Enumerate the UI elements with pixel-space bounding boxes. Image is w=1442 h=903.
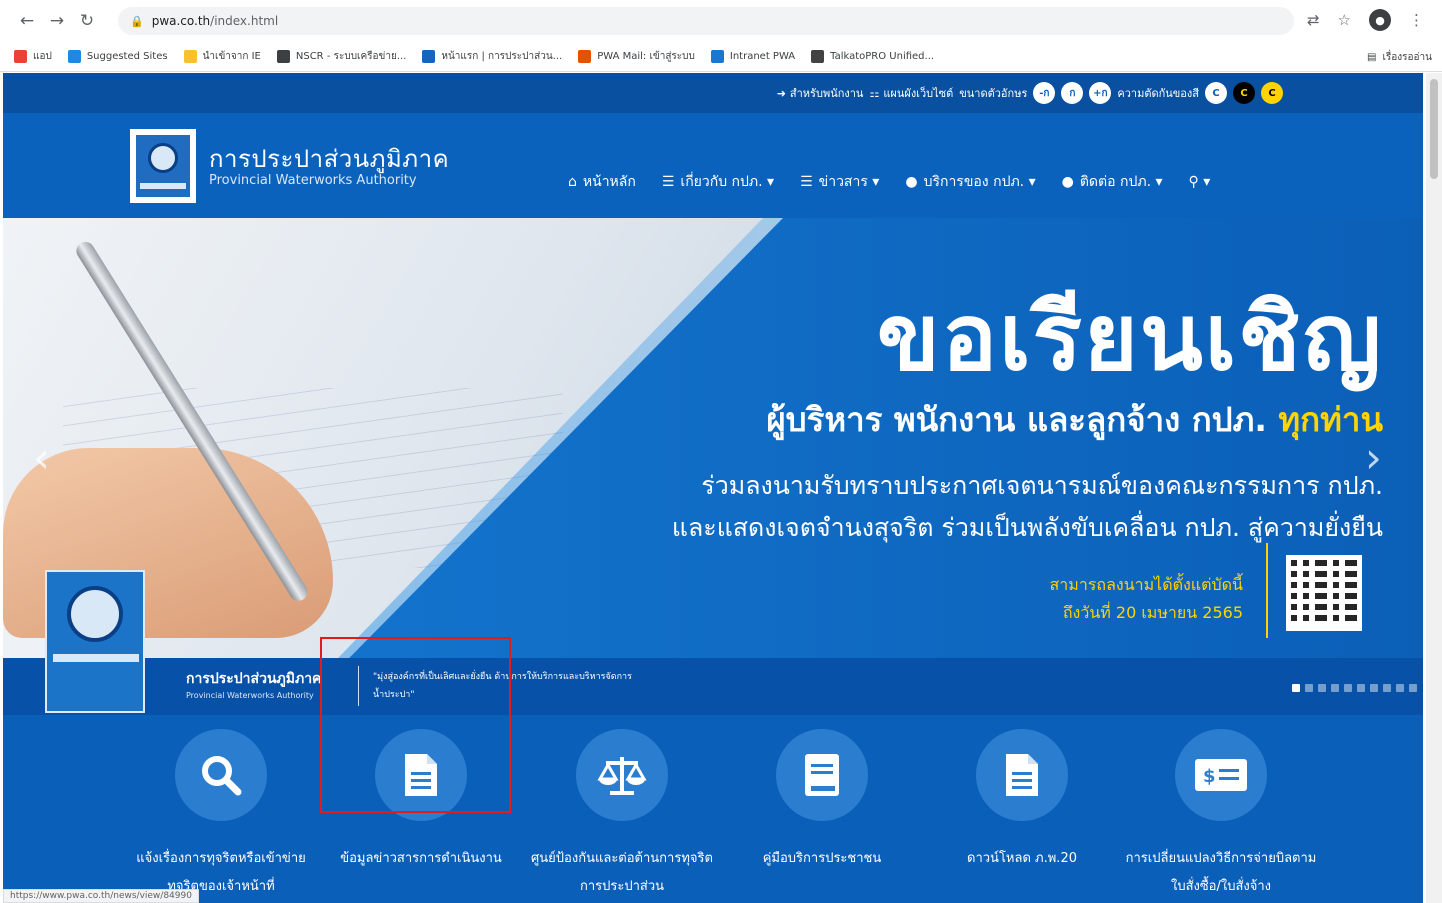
bookmark-favicon-icon <box>67 50 81 63</box>
service-label: ดาวน์โหลด ภ.พ.20 <box>967 851 1077 866</box>
banner-divider <box>1266 543 1268 638</box>
bookmark-favicon-icon <box>14 50 27 63</box>
bookmark-item[interactable]: นำเข้าจาก IE <box>183 49 261 64</box>
bookmark-item[interactable]: Suggested Sites <box>67 50 168 63</box>
document-icon <box>976 729 1068 821</box>
reading-list-icon: ▤ <box>1367 52 1377 63</box>
sitemap-link[interactable]: ⚏ แผนผังเว็บไซต์ <box>869 84 953 102</box>
bookmark-favicon-icon <box>183 50 197 63</box>
bill-icon: $ <box>1175 729 1267 821</box>
home-icon: ⌂ <box>568 174 577 190</box>
contrast-yellow-button[interactable]: C <box>1261 82 1283 104</box>
reload-icon[interactable]: ↻ <box>74 8 100 34</box>
search-icon[interactable]: ⚲ ▾ <box>1189 171 1211 193</box>
banner-logo <box>45 570 145 713</box>
hero-banner: ขอเรียนเชิญ ผู้บริหาร พนักงาน และลูกจ้าง… <box>3 218 1423 715</box>
browser-toolbar: ← → ↻ 🔒 pwa.co.th /index.html ⇄ ☆ ● ⋮ <box>0 0 1442 42</box>
back-arrow-icon[interactable]: ← <box>14 8 40 34</box>
bookmark-favicon-icon <box>578 50 592 63</box>
bookmark-item[interactable]: PWA Mail: เข้าสู่ระบบ <box>578 49 695 64</box>
accessibility-bar: ➜ สำหรับพนักงาน ⚏ แผนผังเว็บไซต์ ขนาดตัวอั… <box>3 73 1423 113</box>
bookmark-favicon-icon <box>422 50 436 63</box>
document-icon <box>375 729 467 821</box>
star-icon[interactable]: ☆ <box>1338 11 1351 29</box>
sign-period-line-1: สามารถลงนามได้ตั้งแต่บัดนี้ <box>1049 575 1243 594</box>
site-header: การประปาส่วนภูมิภาค Provincial Waterwork… <box>3 113 1423 218</box>
banner-footer: การประปาส่วนภูมิภาค Provincial Waterwork… <box>3 570 1423 715</box>
forward-arrow-icon[interactable]: → <box>44 8 70 34</box>
bookmark-favicon-icon <box>811 50 825 63</box>
nav-item[interactable]: ☰ เกี่ยวกับ กปภ. ▾ <box>662 171 774 193</box>
font-size-label: ขนาดตัวอักษร <box>959 87 1028 100</box>
search-icon <box>175 729 267 821</box>
carousel-next-icon[interactable]: › <box>1365 433 1382 482</box>
pwa-page: ➜ สำหรับพนักงาน ⚏ แผนผังเว็บไซต์ ขนาดตัวอั… <box>3 73 1423 903</box>
service-item[interactable]: ข้อมูลข่าวสารการดำเนินงาน <box>321 729 521 873</box>
services-row: แจ้งเรื่องการทุจริตหรือเข้าข่ายทุจริตของ… <box>3 715 1423 903</box>
svg-text:$: $ <box>1203 766 1216 787</box>
org-name-en: Provincial Waterworks Authority <box>209 173 417 188</box>
pwa-logo[interactable] <box>130 129 196 203</box>
drop-icon: ● <box>905 174 918 190</box>
font-normal-button[interactable]: ก <box>1061 82 1084 104</box>
service-label: การเปลี่ยนแปลงวิธีการจ่ายบิลตามใบสั่งซื้… <box>1125 851 1317 894</box>
url-path: /index.html <box>210 14 279 28</box>
nav-item[interactable]: ● บริการของ กปภ. ▾ <box>905 171 1035 193</box>
banner-org-name-en: Provincial Waterworks Authority <box>186 691 314 700</box>
status-url: https://www.pwa.co.th/news/view/84990 <box>3 889 199 903</box>
contrast-label: ความตัดกันของสี <box>1117 87 1199 100</box>
bookmark-favicon-icon <box>276 50 290 63</box>
carousel-dots[interactable] <box>1292 684 1417 692</box>
profile-avatar[interactable]: ● <box>1369 9 1391 31</box>
bookmarks-bar: แอป Suggested Sites นำเข้าจาก IE NSCR - ระบ… <box>0 42 1442 72</box>
carousel-prev-icon[interactable]: ‹ <box>33 433 50 482</box>
menu-kebab-icon[interactable]: ⋮ <box>1409 11 1424 29</box>
nav-item[interactable]: ☰ ข่าวสาร ▾ <box>800 171 879 193</box>
address-bar[interactable]: 🔒 pwa.co.th /index.html <box>118 7 1294 35</box>
font-increase-button[interactable]: +ก <box>1089 82 1112 104</box>
list-icon: ☰ <box>661 174 675 190</box>
list-icon: ☰ <box>800 174 813 190</box>
banner-org-name: การประปาส่วนภูมิภาค <box>186 671 322 687</box>
url-domain: pwa.co.th <box>151 14 211 28</box>
sitemap-icon: ⚏ <box>869 86 880 100</box>
font-decrease-button[interactable]: -ก <box>1033 82 1056 104</box>
service-label: ศูนย์ป้องกันและต่อต้านการทุจริต การประปา… <box>531 851 713 894</box>
bookmark-item[interactable]: หน้าแรก | การประปาส่วน... <box>422 49 562 64</box>
banner-title: ขอเรียนเชิญ <box>876 284 1383 391</box>
service-label: คู่มือบริการประชาชน <box>762 851 882 866</box>
contrast-normal-button[interactable]: C <box>1205 82 1227 104</box>
sign-period-line-2: ถึงวันที่ 20 เมษายน 2565 <box>1062 603 1243 622</box>
nav-item[interactable]: ● ติดต่อ กปภ. ▾ <box>1062 171 1163 193</box>
page-scrollbar[interactable] <box>1426 73 1442 903</box>
reading-list[interactable]: ▤ เรื่องรออ่าน <box>1367 50 1432 65</box>
banner-line-2: และแสดงเจตจำนงสุจริต ร่วมเป็นพลังขับเคลื… <box>671 513 1383 542</box>
nav-item[interactable]: ⌂ หน้าหลัก <box>568 171 636 193</box>
banner-subtitle: ผู้บริหาร พนักงาน และลูกจ้าง กปภ. ทุกท่า… <box>766 400 1383 439</box>
bookmark-item[interactable]: แอป <box>14 49 52 64</box>
service-item[interactable]: คู่มือบริการประชาชน <box>722 729 922 873</box>
bookmark-item[interactable]: Intranet PWA <box>710 50 795 63</box>
bookmark-item[interactable]: NSCR - ระบบเครือข่าย... <box>276 49 406 64</box>
login-icon: ➜ <box>776 86 786 100</box>
scale-icon <box>576 729 668 821</box>
service-item[interactable]: $ การเปลี่ยนแปลงวิธีการจ่ายบิลตามใบสั่งซื… <box>1121 729 1321 901</box>
service-item[interactable]: แจ้งเรื่องการทุจริตหรือเข้าข่ายทุจริตของ… <box>121 729 321 901</box>
service-label: ข้อมูลข่าวสารการดำเนินงาน <box>340 851 502 866</box>
drop-icon: ● <box>1061 174 1074 190</box>
service-item[interactable]: ศูนย์ป้องกันและต่อต้านการทุจริต การประปา… <box>522 729 722 901</box>
banner-line-1: ร่วมลงนามรับทราบประกาศเจตนารมณ์ของคณะกรร… <box>701 471 1383 500</box>
bookmark-favicon-icon <box>710 50 724 63</box>
qr-code <box>1286 555 1362 631</box>
banner-quote: "มุ่งสู่องค์กรที่เป็นเลิศและยั่งยืน ด้าน… <box>373 672 632 700</box>
main-nav: ⌂ หน้าหลัก ☰ เกี่ยวกับ กปภ. ▾ ☰ ข่าวสาร ▾ ● บริ… <box>568 171 1210 193</box>
service-item[interactable]: ดาวน์โหลด ภ.พ.20 <box>922 729 1122 873</box>
translate-icon[interactable]: ⇄ <box>1307 11 1320 29</box>
book-icon <box>776 729 868 821</box>
bookmark-item[interactable]: TalkatoPRO Unified... <box>811 50 934 63</box>
contrast-dark-button[interactable]: C <box>1233 82 1255 104</box>
staff-link[interactable]: ➜ สำหรับพนักงาน <box>777 84 864 102</box>
lock-icon: 🔒 <box>130 14 144 28</box>
